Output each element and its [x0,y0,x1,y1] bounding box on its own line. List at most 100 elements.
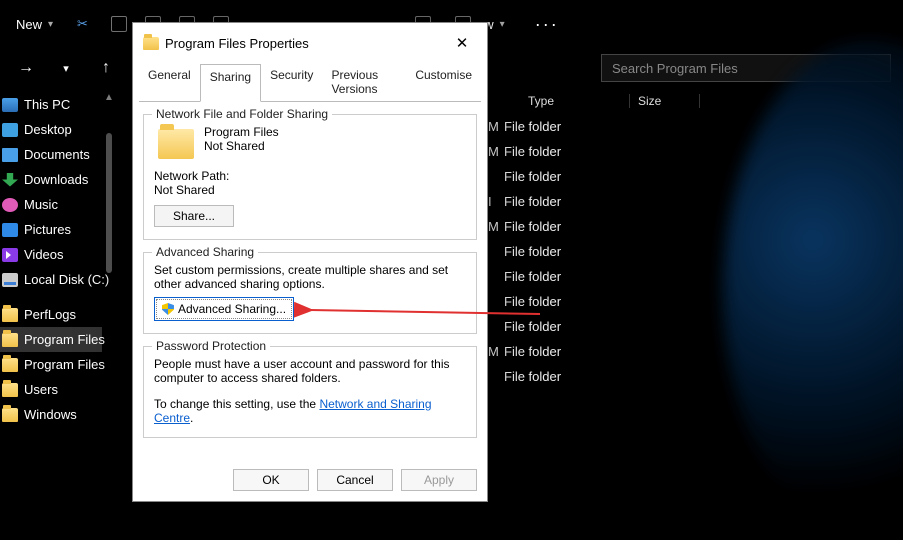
group-title: Network File and Folder Sharing [152,107,332,121]
folder-icon [158,129,194,159]
column-type[interactable]: Type [520,94,630,108]
desktop-icon [2,123,18,137]
apply-button[interactable]: Apply [401,469,477,491]
sidebar-item-desktop[interactable]: Desktop [0,117,102,142]
sidebar-item-label: Music [24,197,58,212]
recent-locations-button[interactable]: ▾ [52,54,80,82]
sidebar-item-label: Downloads [24,172,88,187]
dialog-titlebar[interactable]: Program Files Properties ✕ [133,23,487,63]
dialog-tabs: General Sharing Security Previous Versio… [133,63,487,101]
cancel-button[interactable]: Cancel [317,469,393,491]
sidebar-item-pictures[interactable]: Pictures [0,217,102,242]
ok-button[interactable]: OK [233,469,309,491]
new-label: New [16,17,42,32]
pc-icon [2,98,18,112]
group-title: Password Protection [152,339,270,353]
advanced-sharing-label: Advanced Sharing... [178,302,286,316]
tab-security[interactable]: Security [261,63,322,101]
sidebar: This PC Desktop Documents Downloads Musi… [0,88,102,530]
sidebar-scrollbar[interactable]: ▲ [102,88,116,530]
password-hint-prefix: To change this setting, use the [154,397,319,411]
chevron-down-icon: ▾ [500,19,505,30]
documents-icon [2,148,18,162]
scroll-thumb[interactable] [106,133,112,273]
type-cell: File folder [496,319,606,334]
up-button[interactable]: ↑ [92,54,120,82]
password-hint-suffix: . [190,411,193,425]
type-cell: File folder [496,344,606,359]
type-cell: File folder [496,194,606,209]
new-menu-button[interactable]: New ▾ [10,13,59,36]
network-path-label: Network Path: [154,169,466,183]
column-size[interactable]: Size [630,94,700,108]
folder-icon [2,358,18,372]
sidebar-item-label: Desktop [24,122,72,137]
tab-customise[interactable]: Customise [406,63,481,101]
sidebar-item-users[interactable]: Users [0,377,102,402]
dialog-buttons: OK Cancel Apply [233,469,477,491]
sidebar-item-label: Program Files [24,332,105,347]
sidebar-item-label: PerfLogs [24,307,76,322]
videos-icon [2,248,18,262]
share-status: Not Shared [204,139,279,153]
sidebar-item-label: Program Files [24,357,105,372]
type-cell: File folder [496,244,606,259]
share-name: Program Files [204,125,279,139]
sidebar-item-label: This PC [24,97,70,112]
tab-previous-versions[interactable]: Previous Versions [322,63,406,101]
scroll-up-icon: ▲ [104,92,114,103]
shield-icon [162,303,174,315]
copy-icon[interactable] [111,16,127,32]
type-cell: File folder [496,269,606,284]
sidebar-item-label: Windows [24,407,77,422]
sidebar-item-program-files[interactable]: Program Files [0,327,102,352]
tab-sharing[interactable]: Sharing [200,64,261,102]
password-protection-group: Password Protection People must have a u… [143,346,477,438]
sidebar-item-label: Documents [24,147,90,162]
share-button[interactable]: Share... [154,205,234,227]
close-button[interactable]: ✕ [447,31,477,55]
dialog-title: Program Files Properties [165,36,309,51]
cut-icon[interactable]: ✂ [77,16,93,32]
sidebar-item-this-pc[interactable]: This PC [0,92,102,117]
folder-icon [2,308,18,322]
network-sharing-group: Network File and Folder Sharing Program … [143,114,477,240]
search-placeholder: Search Program Files [612,61,738,76]
more-menu-button[interactable]: ··· [529,14,565,35]
type-cell: File folder [496,294,606,309]
folder-icon [2,408,18,422]
sidebar-item-label: Videos [24,247,64,262]
chevron-down-icon: ▾ [48,19,53,30]
folder-icon [143,37,159,50]
music-icon [2,198,18,212]
sidebar-item-program-files-x86[interactable]: Program Files [0,352,102,377]
type-cell: File folder [496,144,606,159]
type-cell: File folder [496,369,606,384]
sidebar-item-label: Pictures [24,222,71,237]
tab-general[interactable]: General [139,63,200,101]
sidebar-item-windows[interactable]: Windows [0,402,102,427]
sidebar-item-documents[interactable]: Documents [0,142,102,167]
password-desc: People must have a user account and pass… [154,357,466,385]
advanced-desc: Set custom permissions, create multiple … [154,263,466,291]
properties-dialog: Program Files Properties ✕ General Shari… [132,22,488,502]
sidebar-item-videos[interactable]: Videos [0,242,102,267]
close-icon: ✕ [456,34,469,52]
advanced-sharing-button[interactable]: Advanced Sharing... [154,297,294,321]
downloads-icon [2,173,18,187]
sidebar-item-label: Users [24,382,58,397]
pictures-icon [2,223,18,237]
disk-icon [2,273,18,287]
type-cell: File folder [496,169,606,184]
advanced-sharing-group: Advanced Sharing Set custom permissions,… [143,252,477,334]
sidebar-item-music[interactable]: Music [0,192,102,217]
sidebar-item-label: Local Disk (C:) [24,272,109,287]
folder-icon [2,333,18,347]
sidebar-item-local-disk[interactable]: Local Disk (C:) [0,267,102,292]
group-title: Advanced Sharing [152,245,258,259]
type-cell: File folder [496,219,606,234]
back-button[interactable]: → [12,54,40,82]
sidebar-item-downloads[interactable]: Downloads [0,167,102,192]
type-cell: File folder [496,119,606,134]
sidebar-item-perflogs[interactable]: PerfLogs [0,302,102,327]
